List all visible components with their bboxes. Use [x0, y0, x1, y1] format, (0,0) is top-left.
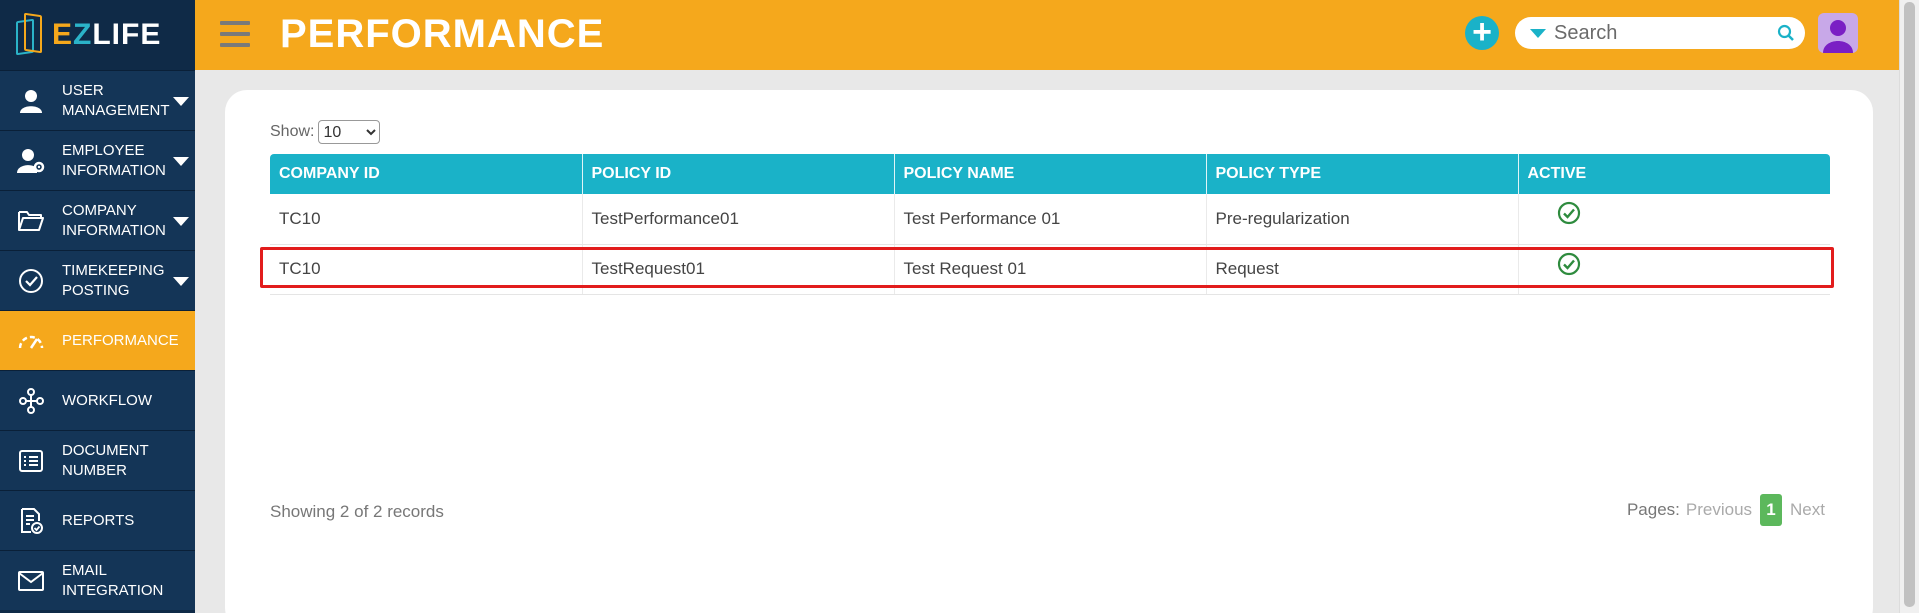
column-header-active[interactable]: ACTIVE — [1518, 154, 1830, 194]
active-check-icon — [1557, 252, 1580, 275]
sidebar-item-label: USER MANAGEMENT — [62, 81, 170, 119]
sidebar-item-reports[interactable]: REPORTS — [0, 490, 195, 550]
table-row[interactable]: TC10 TestRequest01 Test Request 01 Reque… — [270, 244, 1830, 295]
sidebar-item-label: REPORTS — [62, 511, 135, 529]
company-id-cell: TC10 — [270, 194, 583, 245]
scrollbar-thumb[interactable] — [1904, 2, 1915, 607]
active-cell — [1518, 194, 1830, 245]
column-header-policy-type[interactable]: POLICY TYPE — [1206, 154, 1519, 194]
sidebar-item-company-information[interactable]: COMPANY INFORMATION — [0, 190, 195, 250]
page-size-select[interactable]: 10 — [318, 120, 381, 144]
check-circle-icon — [0, 268, 62, 294]
table-row[interactable]: TC10 TestPerformance01 Test Performance … — [270, 194, 1830, 245]
chevron-down-icon[interactable] — [173, 156, 189, 166]
table-header-row: COMPANY ID POLICY ID POLICY NAME POLICY … — [270, 154, 1830, 194]
list-icon — [0, 448, 62, 474]
page-scrollbar[interactable] — [1899, 0, 1919, 613]
policy-list-card: Show: 10 COMPANY ID POLICY ID POLICY NAM… — [225, 90, 1873, 613]
next-page-link[interactable]: Next — [1790, 500, 1825, 520]
sidebar-item-label: PERFORMANCE — [62, 331, 179, 349]
page-title: PERFORMANCE — [280, 12, 605, 56]
page-size-control: Show: 10 — [270, 120, 381, 144]
policy-table: COMPANY ID POLICY ID POLICY NAME POLICY … — [270, 154, 1830, 295]
pagination: Pages: Previous 1 Next — [1627, 494, 1825, 526]
chevron-down-icon[interactable] — [173, 216, 189, 226]
policy-type-cell: Pre-regularization — [1206, 194, 1519, 245]
chevron-down-icon[interactable] — [173, 96, 189, 106]
sidebar-item-document-number[interactable]: DOCUMENT NUMBER — [0, 430, 195, 490]
search-box — [1515, 17, 1805, 49]
sidebar: EZLIFE USER MANAGEMENT EMPLOYEE INFORMAT… — [0, 0, 195, 613]
policy-id-cell: TestPerformance01 — [582, 194, 895, 245]
sidebar-item-label: DOCUMENT NUMBER — [62, 441, 149, 479]
search-icon[interactable] — [1777, 24, 1795, 42]
menu-icon[interactable] — [220, 21, 250, 47]
sidebar-item-performance[interactable]: PERFORMANCE — [0, 310, 195, 370]
folder-icon — [0, 209, 62, 233]
sidebar-item-label: WORKFLOW — [62, 391, 152, 409]
page-number-current[interactable]: 1 — [1760, 494, 1783, 526]
previous-page-link[interactable]: Previous — [1686, 500, 1752, 520]
sidebar-item-label: EMAIL INTEGRATION — [62, 561, 164, 599]
gauge-icon — [0, 331, 62, 351]
active-check-icon — [1557, 202, 1580, 225]
column-header-policy-id[interactable]: POLICY ID — [582, 154, 895, 194]
sidebar-item-label: TIMEKEEPING POSTING — [62, 261, 165, 299]
column-header-company-id[interactable]: COMPANY ID — [270, 154, 583, 194]
add-button[interactable]: + — [1465, 15, 1499, 50]
logo-mark-icon — [14, 12, 48, 58]
user-icon — [0, 88, 62, 114]
workflow-icon — [0, 387, 62, 414]
mail-icon — [0, 570, 62, 592]
pages-label: Pages: — [1626, 500, 1680, 519]
user-gear-icon — [0, 148, 62, 174]
top-header: PERFORMANCE + — [195, 0, 1899, 70]
search-filter-dropdown-icon[interactable] — [1530, 28, 1546, 38]
policy-name-cell: Test Request 01 — [894, 244, 1207, 295]
policy-id-cell: TestRequest01 — [582, 244, 895, 295]
show-label: Show: — [270, 123, 315, 140]
sidebar-item-label: EMPLOYEE INFORMATION — [62, 141, 166, 179]
report-icon — [0, 507, 62, 535]
search-input[interactable] — [1554, 21, 1774, 45]
logo-text: EZLIFE — [52, 18, 162, 51]
sidebar-item-user-management[interactable]: USER MANAGEMENT — [0, 70, 195, 130]
app-logo[interactable]: EZLIFE — [0, 0, 195, 70]
record-count: Showing 2 of 2 records — [270, 502, 444, 521]
sidebar-item-email-integration[interactable]: EMAIL INTEGRATION — [0, 550, 195, 610]
chevron-down-icon[interactable] — [173, 276, 189, 286]
sidebar-item-timekeeping-posting[interactable]: TIMEKEEPING POSTING — [0, 250, 195, 310]
sidebar-item-employee-information[interactable]: EMPLOYEE INFORMATION — [0, 130, 195, 190]
sidebar-item-workflow[interactable]: WORKFLOW — [0, 370, 195, 430]
sidebar-item-label: COMPANY INFORMATION — [62, 201, 166, 239]
avatar[interactable] — [1818, 13, 1858, 53]
company-id-cell: TC10 — [270, 244, 583, 295]
active-cell — [1518, 244, 1830, 295]
policy-type-cell: Request — [1206, 244, 1519, 295]
policy-name-cell: Test Performance 01 — [894, 194, 1207, 245]
column-header-policy-name[interactable]: POLICY NAME — [894, 154, 1207, 194]
